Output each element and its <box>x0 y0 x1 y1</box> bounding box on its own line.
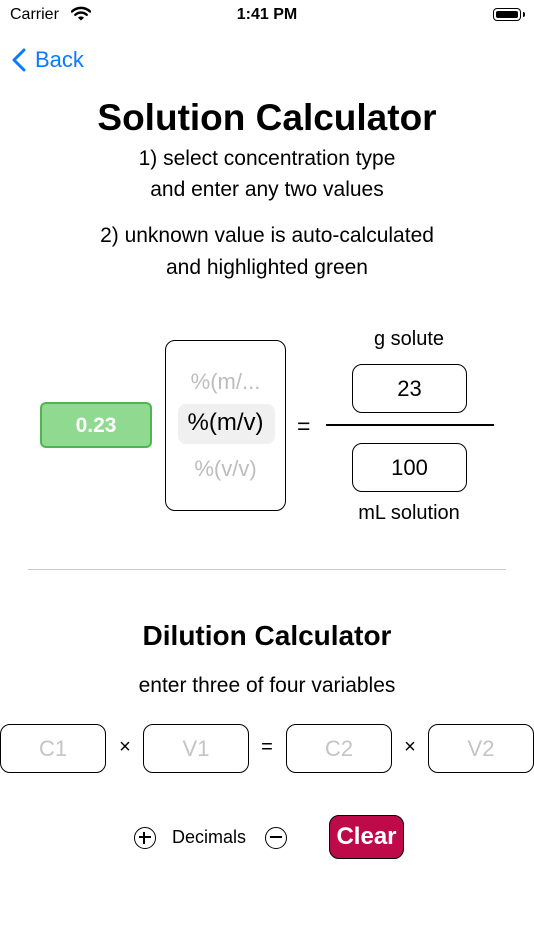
back-button[interactable]: Back <box>12 44 84 76</box>
step2-line1: 2) unknown value is auto-calculated <box>100 224 434 247</box>
picker-option[interactable]: %(v/v) <box>166 456 285 482</box>
status-bar: Carrier 1:41 PM <box>0 0 534 30</box>
denominator-input[interactable] <box>352 443 467 492</box>
chevron-left-icon <box>12 48 26 72</box>
plus-circle-icon[interactable] <box>134 827 156 849</box>
step1-line2: and enter any two values <box>150 178 384 201</box>
equals-sign: = <box>297 413 311 439</box>
clear-button[interactable]: Clear <box>329 815 404 859</box>
minus-circle-icon[interactable] <box>265 827 287 849</box>
denominator-label: mL solution <box>358 502 460 524</box>
status-time: 1:41 PM <box>236 6 298 23</box>
c1-input[interactable] <box>0 724 106 773</box>
result-value: 0.23 <box>40 402 152 448</box>
back-label: Back <box>35 47 84 72</box>
section-divider <box>28 569 506 570</box>
step2-line2: and highlighted green <box>165 256 368 279</box>
picker-option-selected[interactable]: %(m/v) <box>166 409 285 437</box>
decimals-label: Decimals <box>172 827 247 847</box>
numerator-input[interactable] <box>352 364 467 413</box>
battery-icon <box>493 8 525 21</box>
v1-input[interactable] <box>143 724 249 773</box>
fraction-bar <box>326 424 494 426</box>
times-sign: × <box>119 736 131 758</box>
concentration-type-picker[interactable]: %(m/... %(m/v) %(v/v) <box>165 340 286 511</box>
times-sign: × <box>404 736 416 758</box>
equals-sign: = <box>261 736 273 758</box>
v2-input[interactable] <box>428 724 534 773</box>
picker-option[interactable]: %(m/... <box>166 369 285 395</box>
dilution-title: Dilution Calculator <box>142 620 392 651</box>
step1-line1: 1) select concentration type <box>138 147 396 170</box>
dilution-instruction: enter three of four variables <box>138 674 396 697</box>
c2-input[interactable] <box>286 724 392 773</box>
numerator-label: g solute <box>373 328 445 350</box>
solution-title: Solution Calculator <box>97 97 437 138</box>
